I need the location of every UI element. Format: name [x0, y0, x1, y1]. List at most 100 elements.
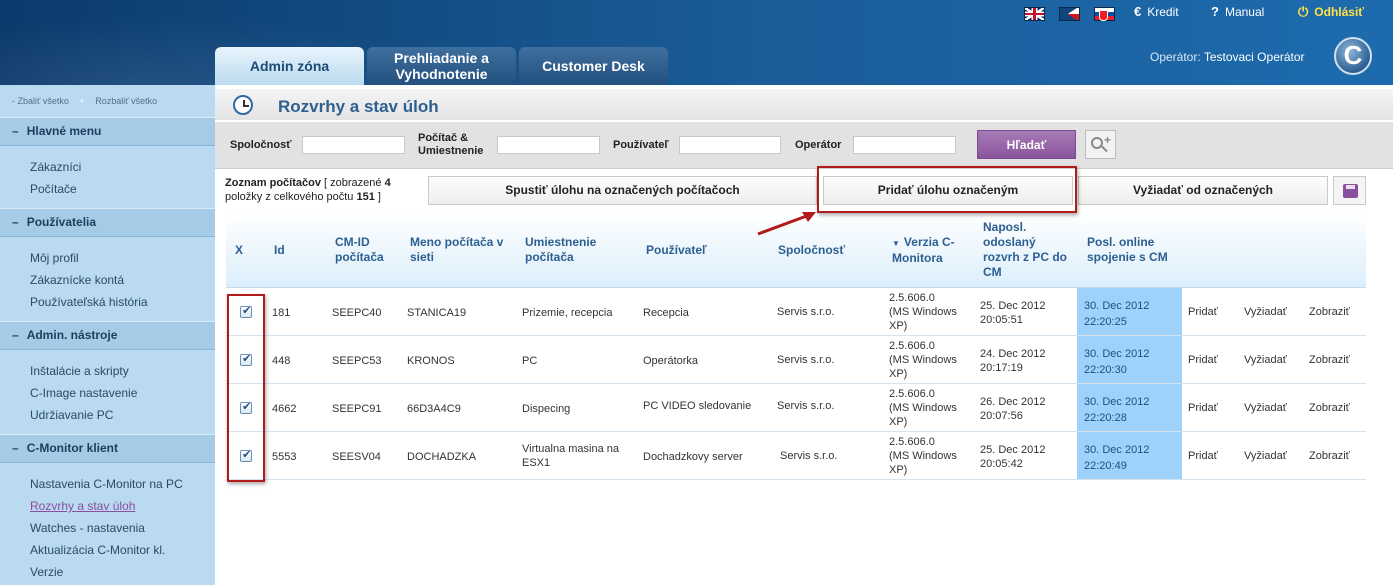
- sidebar-item-pocitace[interactable]: Počítače: [30, 182, 77, 196]
- cell-location: PC: [522, 355, 538, 367]
- cell-version: 2.5.606.0 (MS Windows XP): [889, 340, 957, 380]
- cell-cmid: SEEPC40: [332, 307, 382, 319]
- operator-info: Operátor: Testovaci Operátor: [1150, 50, 1305, 64]
- sidebar-item-udrziavanie-pc[interactable]: Udržiavanie PC: [30, 408, 113, 422]
- search-button[interactable]: Hľadať: [977, 130, 1076, 159]
- request-button[interactable]: Vyžiadať od označených: [1078, 176, 1328, 205]
- cell-cmid: SEEPC91: [332, 403, 382, 415]
- tab-prehliadanie[interactable]: Prehliadanie a Vyhodnotenie: [367, 47, 516, 85]
- company-filter-input[interactable]: [302, 136, 405, 154]
- advanced-search-button[interactable]: +: [1085, 130, 1116, 159]
- manual-link[interactable]: ? Manual: [1211, 4, 1264, 19]
- run-task-button[interactable]: Spustiť úlohu na označených počítačoch: [428, 176, 817, 205]
- cell-name: DOCHADZKA: [407, 451, 477, 463]
- cell-id: 5553: [272, 451, 297, 463]
- cell-name: KRONOS: [407, 355, 455, 367]
- row-request-link[interactable]: Vyžiadať: [1244, 354, 1287, 366]
- tab-customer-desk[interactable]: Customer Desk: [519, 47, 668, 85]
- sidebar-item-nastavenia-c-monitor[interactable]: Nastavenia C-Monitor na PC: [30, 477, 183, 491]
- col-header-last-schedule[interactable]: Naposl. odoslaný rozvrh z PC do CM: [983, 220, 1067, 280]
- table-row: 4662 SEEPC91 66D3A4C9 Dispecing PC VIDEO…: [226, 384, 1366, 432]
- row-request-link[interactable]: Vyžiadať: [1244, 306, 1287, 318]
- row-request-link[interactable]: Vyžiadať: [1244, 402, 1287, 414]
- row-add-link[interactable]: Pridať: [1188, 450, 1218, 462]
- row-show-link[interactable]: Zobraziť: [1309, 354, 1350, 366]
- col-header-last-online[interactable]: Posl. online spojenie s CM: [1087, 235, 1168, 265]
- cell-user: Recepcia: [643, 307, 689, 319]
- sidebar-item-zakaznici[interactable]: Zákazníci: [30, 160, 81, 174]
- table-row: 181 SEEPC40 STANICA19 Prizemie, recepcia…: [226, 288, 1366, 336]
- section-title: C-Monitor klient: [26, 441, 119, 455]
- sidebar-item-instalacie[interactable]: Inštalácie a skripty: [30, 364, 129, 378]
- collapse-all-link[interactable]: - Zbaliť všetko: [12, 96, 69, 106]
- col-header-name[interactable]: Meno počítača v sieti: [410, 235, 503, 265]
- czech-flag-icon[interactable]: [1059, 7, 1080, 21]
- sidebar-item-rozvrhy[interactable]: Rozvrhy a stav úloh: [30, 499, 135, 513]
- computer-filter-label: Počítač & Umiestnenie: [418, 132, 484, 157]
- expand-all-link[interactable]: Rozbaliť všetko: [95, 96, 157, 106]
- top-header: € Kredit ? Manual ⏻ Odhlásiť Admin zóna Pre…: [0, 0, 1393, 85]
- slovak-flag-icon[interactable]: [1094, 7, 1115, 21]
- cell-version: 2.5.606.0 (MS Windows XP): [889, 436, 957, 476]
- shown-count: 4: [384, 177, 391, 189]
- col-header-user[interactable]: Používateľ: [646, 243, 707, 258]
- sidebar-expand-controls: - Zbaliť všetko + Rozbaliť všetko: [12, 96, 165, 106]
- sidebar-section-c-monitor-klient[interactable]: – C-Monitor klient: [0, 434, 215, 463]
- col-header-x[interactable]: X: [235, 243, 243, 258]
- english-flag-icon[interactable]: [1024, 7, 1045, 21]
- plus-icon: +: [79, 96, 85, 106]
- row-request-link[interactable]: Vyžiadať: [1244, 450, 1287, 462]
- operator-filter-input[interactable]: [853, 136, 956, 154]
- col-header-cmid[interactable]: CM-ID počítača: [335, 235, 384, 265]
- sidebar-section-admin-nastroje[interactable]: – Admin. nástroje: [0, 321, 215, 350]
- list-info: Zoznam počítačov [ zobrazené 4 položky z…: [225, 177, 391, 203]
- euro-icon: €: [1134, 4, 1142, 19]
- table-row: 5553 SEESV04 DOCHADZKA Virtualna masina …: [226, 432, 1366, 480]
- tab-admin-zona[interactable]: Admin zóna: [215, 47, 364, 85]
- row-add-link[interactable]: Pridať: [1188, 354, 1218, 366]
- row-add-link[interactable]: Pridať: [1188, 306, 1218, 318]
- sidebar-item-c-image[interactable]: C-Image nastavenie: [30, 386, 137, 400]
- sidebar-section-pouzivatelia[interactable]: – Používatelia: [0, 208, 215, 237]
- sidebar-item-pouzivatelska-historia[interactable]: Používateľská história: [30, 295, 148, 309]
- sidebar-item-moj-profil[interactable]: Môj profil: [30, 251, 79, 265]
- cell-last-schedule: 24. Dec 2012 20:17:19: [980, 348, 1046, 374]
- computer-filter-input[interactable]: [497, 136, 600, 154]
- col-header-location[interactable]: Umiestnenie počítača: [525, 235, 596, 265]
- cell-location: Prizemie, recepcia: [522, 307, 613, 319]
- cell-id: 448: [272, 355, 291, 367]
- sidebar-section-hlavne-menu[interactable]: – Hlavné menu: [0, 117, 215, 146]
- save-button[interactable]: [1333, 176, 1366, 205]
- row-show-link[interactable]: Zobraziť: [1309, 306, 1350, 318]
- collapse-dash-icon: –: [12, 441, 19, 455]
- col-header-version[interactable]: ▼ Verzia C- Monitora: [892, 235, 955, 266]
- cell-last-online: 30. Dec 2012 22:20:30: [1077, 336, 1182, 383]
- col-header-id[interactable]: Id: [274, 243, 285, 258]
- logout-link[interactable]: ⏻ Odhlásiť: [1298, 4, 1364, 20]
- kredit-link[interactable]: € Kredit: [1134, 4, 1179, 19]
- operator-name[interactable]: Testovaci Operátor: [1204, 50, 1305, 64]
- row-add-link[interactable]: Pridať: [1188, 402, 1218, 414]
- cell-id: 4662: [272, 403, 297, 415]
- cell-last-online: 30. Dec 2012 22:20:25: [1077, 288, 1182, 335]
- cell-user: PC VIDEO sledovanie: [643, 400, 752, 412]
- user-filter-input[interactable]: [679, 136, 781, 154]
- collapse-dash-icon: –: [12, 215, 19, 229]
- manual-label: Manual: [1224, 5, 1265, 19]
- c-monitor-logo-icon[interactable]: C: [1334, 37, 1372, 75]
- operator-filter-label: Operátor: [795, 139, 842, 151]
- row-show-link[interactable]: Zobraziť: [1309, 450, 1350, 462]
- plus-icon: +: [1104, 133, 1112, 147]
- sidebar-item-verzie[interactable]: Verzie: [30, 565, 63, 579]
- section-title: Admin. nástroje: [26, 328, 118, 342]
- annotation-arrow-icon: [757, 212, 816, 236]
- cell-user: Operátorka: [643, 355, 699, 367]
- sidebar-item-watches[interactable]: Watches - nastavenia: [30, 521, 145, 535]
- row-show-link[interactable]: Zobraziť: [1309, 402, 1350, 414]
- cell-id: 181: [272, 307, 291, 319]
- cell-location: Virtualna masina na ESX1: [522, 443, 620, 469]
- kredit-label: Kredit: [1147, 5, 1179, 19]
- col-header-company[interactable]: Spoločnosť: [778, 243, 845, 258]
- sidebar-item-aktualizacia[interactable]: Aktualizácia C-Monitor kl.: [30, 543, 165, 557]
- sidebar-item-zakaznicke-konta[interactable]: Zákaznícke kontá: [30, 273, 124, 287]
